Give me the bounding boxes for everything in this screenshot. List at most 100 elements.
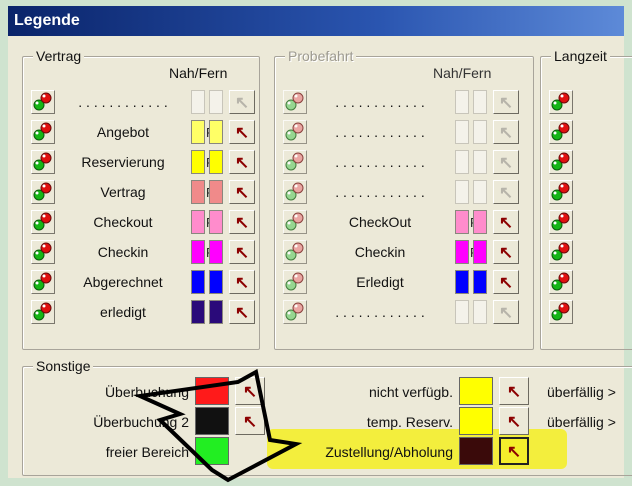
traffic-dots-icon <box>551 212 570 231</box>
group-langzeit-title: Langzeit <box>551 48 610 64</box>
sonstige-swatch-temp-reserv[interactable] <box>459 407 493 435</box>
color-swatch-fern[interactable] <box>209 240 223 264</box>
color-swatch-nah[interactable]: F <box>191 150 214 174</box>
traffic-dots-icon <box>33 272 52 291</box>
color-swatch-fern[interactable] <box>209 120 223 144</box>
status-dots-button[interactable] <box>549 300 573 324</box>
color-swatch-fern[interactable] <box>473 300 487 324</box>
vertrag-row-label: Vertrag <box>100 184 146 200</box>
arrow-pick-button[interactable]: ↖ <box>493 300 519 324</box>
color-swatch-fern[interactable] <box>209 300 223 324</box>
arrow-pick-button[interactable]: ↖ <box>493 90 519 114</box>
color-swatch-fern[interactable] <box>473 90 487 114</box>
status-dots-button[interactable] <box>283 120 307 144</box>
color-swatch-nah[interactable] <box>455 120 469 144</box>
status-dots-button[interactable] <box>549 180 573 204</box>
status-dots-button[interactable] <box>31 90 55 114</box>
sonstige-swatch-ueberbuchung[interactable] <box>195 377 229 405</box>
sonstige-arrow-button-nicht-verfuegb[interactable]: ↖ <box>499 377 529 405</box>
arrow-pick-button[interactable]: ↖ <box>229 240 255 264</box>
status-dots-button[interactable] <box>283 150 307 174</box>
status-dots-button[interactable] <box>283 240 307 264</box>
status-dots-button[interactable] <box>31 300 55 324</box>
status-dots-button[interactable] <box>549 150 573 174</box>
color-swatch-fern[interactable] <box>473 150 487 174</box>
sonstige-swatch-zustellung-abholung[interactable] <box>459 437 493 465</box>
color-swatch-nah[interactable] <box>191 300 205 324</box>
color-swatch-nah[interactable] <box>191 90 205 114</box>
sonstige-arrow-button-zustellung-abholung[interactable]: ↖ <box>499 437 529 465</box>
status-dots-button[interactable] <box>31 270 55 294</box>
color-swatch-nah[interactable]: F <box>191 120 214 144</box>
arrow-pick-button[interactable]: ↖ <box>493 150 519 174</box>
arrow-pick-button[interactable]: ↖ <box>229 90 255 114</box>
arrow-pick-button[interactable]: ↖ <box>493 120 519 144</box>
probefahrt-row: Erledigt ↖ <box>275 270 533 294</box>
status-dots-button[interactable] <box>549 210 573 234</box>
traffic-dots-icon <box>285 242 304 261</box>
sonstige-swatch-ueberbuchung-2[interactable] <box>195 407 229 435</box>
arrow-icon: ↖ <box>498 302 514 322</box>
arrow-pick-button[interactable]: ↖ <box>229 120 255 144</box>
arrow-pick-button[interactable]: ↖ <box>229 180 255 204</box>
vertrag-nahfern-header: Nah/Fern <box>169 65 228 81</box>
status-dots-button[interactable] <box>283 180 307 204</box>
sonstige-arrow-button-ueberbuchung[interactable]: ↖ <box>235 377 265 405</box>
color-swatch-nah[interactable]: F <box>455 240 478 264</box>
status-dots-button[interactable] <box>31 240 55 264</box>
status-dots-button[interactable] <box>31 210 55 234</box>
color-swatch-fern[interactable] <box>473 120 487 144</box>
status-dots-button[interactable] <box>549 120 573 144</box>
color-swatch-fern[interactable] <box>209 270 223 294</box>
color-swatch-fern[interactable] <box>209 180 223 204</box>
status-dots-button[interactable] <box>31 180 55 204</box>
status-dots-button[interactable] <box>283 270 307 294</box>
status-dots-button[interactable] <box>549 270 573 294</box>
color-swatch-nah[interactable] <box>455 150 469 174</box>
arrow-pick-button[interactable]: ↖ <box>493 270 519 294</box>
status-dots-button[interactable] <box>283 210 307 234</box>
arrow-icon: ↖ <box>506 411 522 431</box>
color-swatch-nah[interactable] <box>191 270 205 294</box>
color-swatch-nah[interactable] <box>455 180 469 204</box>
probefahrt-row: CheckOut F ↖ <box>275 210 533 234</box>
sonstige-swatch-freier-bereich[interactable] <box>195 437 229 465</box>
color-swatch-nah[interactable]: F <box>191 210 214 234</box>
status-dots-button[interactable] <box>283 300 307 324</box>
color-swatch-nah[interactable]: F <box>191 180 214 204</box>
window-titlebar: Legende <box>8 6 624 36</box>
traffic-dots-icon <box>33 302 52 321</box>
status-dots-button[interactable] <box>283 90 307 114</box>
traffic-dots-icon <box>33 122 52 141</box>
langzeit-row-label: Res <box>579 150 632 174</box>
color-swatch-fern[interactable] <box>473 180 487 204</box>
status-dots-button[interactable] <box>31 120 55 144</box>
color-swatch-fern[interactable] <box>473 210 487 234</box>
status-dots-button[interactable] <box>31 150 55 174</box>
sonstige-swatch-nicht-verfuegb[interactable] <box>459 377 493 405</box>
langzeit-row: E <box>541 300 632 324</box>
arrow-pick-button[interactable]: ↖ <box>229 210 255 234</box>
color-swatch-nah[interactable] <box>455 90 469 114</box>
color-swatch-nah[interactable] <box>455 300 469 324</box>
arrow-pick-button[interactable]: ↖ <box>229 270 255 294</box>
color-swatch-nah[interactable] <box>455 270 469 294</box>
color-swatch-nah[interactable]: F <box>191 240 214 264</box>
color-swatch-fern[interactable] <box>209 210 223 234</box>
status-dots-button[interactable] <box>549 240 573 264</box>
sonstige-label-ueberfaellig-2: überfällig > <box>547 414 616 430</box>
sonstige-arrow-button-temp-reserv[interactable]: ↖ <box>499 407 529 435</box>
sonstige-arrow-button-ueberbuchung-2[interactable]: ↖ <box>235 407 265 435</box>
probefahrt-row-label: . . . . . . . . . . . . <box>335 94 425 110</box>
color-swatch-fern[interactable] <box>209 90 223 114</box>
color-swatch-fern[interactable] <box>473 240 487 264</box>
color-swatch-fern[interactable] <box>209 150 223 174</box>
arrow-pick-button[interactable]: ↖ <box>493 240 519 264</box>
arrow-pick-button[interactable]: ↖ <box>493 180 519 204</box>
arrow-pick-button[interactable]: ↖ <box>493 210 519 234</box>
arrow-pick-button[interactable]: ↖ <box>229 300 255 324</box>
color-swatch-nah[interactable]: F <box>455 210 478 234</box>
arrow-pick-button[interactable]: ↖ <box>229 150 255 174</box>
color-swatch-fern[interactable] <box>473 270 487 294</box>
status-dots-button[interactable] <box>549 90 573 114</box>
